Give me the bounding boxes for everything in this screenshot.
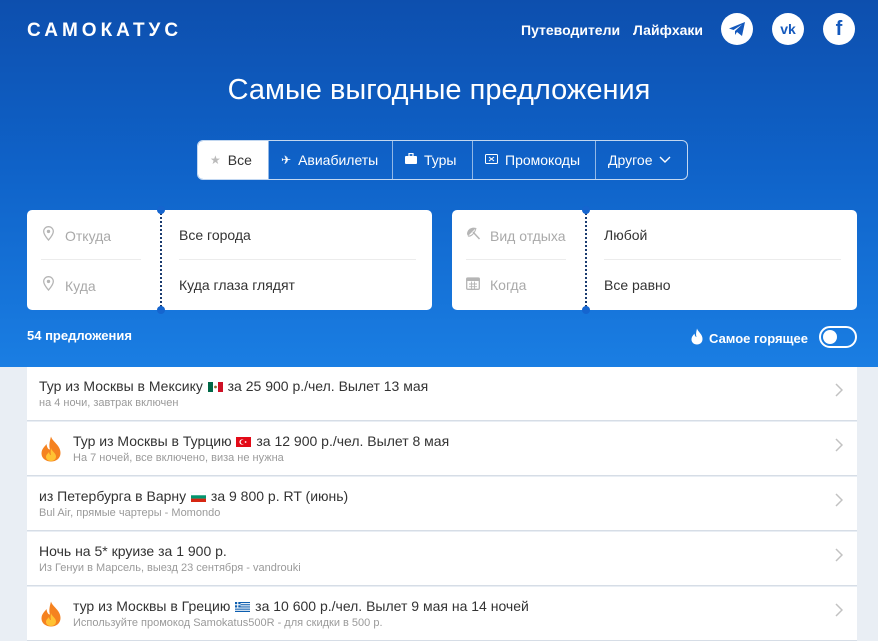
ticket-icon xyxy=(485,153,498,167)
plane-icon: ✈ xyxy=(281,153,292,167)
offer-title-text: Тур из Москвы в Мексику xyxy=(39,378,203,394)
tab-flights[interactable]: ✈ Авиабилеты xyxy=(268,141,392,179)
offer-subtitle: на 4 ночи, завтрак включен xyxy=(39,397,179,409)
fire-icon xyxy=(41,436,61,462)
hot-filter-label: Самое горящее xyxy=(709,330,808,346)
list-item[interactable]: из Петербурга в Варну за 9 800 р. RT (ию… xyxy=(27,477,857,531)
offer-title: из Петербурга в Варну за 9 800 р. RT (ию… xyxy=(39,488,348,504)
offers-count: 54 предложения xyxy=(27,328,132,343)
list-item[interactable]: Тур из Москвы в Мексику за 25 900 р./чел… xyxy=(27,367,857,421)
suitcase-icon xyxy=(405,152,417,167)
offer-subtitle: Используйте промокод Samokatus500R - для… xyxy=(73,617,383,629)
tab-promocodes-label: Промокоды xyxy=(505,152,581,168)
vk-icon[interactable]: vk xyxy=(772,13,804,45)
filter-search-panel: Вид отдыха Когда Любой Все равно xyxy=(452,206,857,314)
to-value[interactable]: Куда глаза глядят xyxy=(179,277,295,293)
offer-title-text: Ночь на 5* круизе за 1 900 р. xyxy=(39,543,227,559)
offer-price-text: за 9 800 р. RT (июнь) xyxy=(210,488,349,504)
vk-icon-text: vk xyxy=(780,21,796,37)
chevron-right-icon xyxy=(835,603,844,622)
divider xyxy=(466,259,566,260)
vacation-type-field[interactable]: Вид отдыха xyxy=(466,226,566,245)
flame-icon xyxy=(691,328,703,348)
facebook-icon-text: f xyxy=(835,17,843,40)
offer-price-text: за 25 900 р./чел. Вылет 13 мая xyxy=(227,378,429,394)
offer-subtitle: На 7 ночей, все включено, виза не нужна xyxy=(73,452,284,464)
panel-separator xyxy=(157,206,165,314)
route-search-panel: Откуда Куда Все города Куда глаза глядят xyxy=(27,206,432,314)
divider xyxy=(179,259,416,260)
vacation-type-label: Вид отдыха xyxy=(490,227,566,244)
offer-title: Тур из Москвы в Турцию за 12 900 р./чел.… xyxy=(73,433,449,449)
tab-other[interactable]: Другое xyxy=(595,141,687,179)
tab-tours-label: Туры xyxy=(424,152,457,168)
from-label: Откуда xyxy=(65,227,112,244)
offer-price-text: за 12 900 р./чел. Вылет 8 мая xyxy=(256,433,450,449)
when-value[interactable]: Все равно xyxy=(604,277,671,293)
chevron-down-icon xyxy=(659,153,671,167)
fire-icon xyxy=(41,601,61,627)
to-label: Куда xyxy=(65,277,96,294)
divider xyxy=(604,259,841,260)
offer-price-text: за 10 600 р./чел. Вылет 9 мая на 14 ноче… xyxy=(255,598,529,614)
greece-flag-icon xyxy=(235,602,251,612)
hero-banner: САМОКАТУС Путеводители Лайфхаки vk f Сам… xyxy=(0,0,878,367)
chevron-right-icon xyxy=(835,493,844,512)
tab-all[interactable]: ★ Все xyxy=(198,141,268,179)
toggle-knob xyxy=(823,330,837,344)
offer-title-text: Тур из Москвы в Турцию xyxy=(73,433,232,449)
list-item[interactable]: тур из Москвы в Грецию за 10 600 р./чел.… xyxy=(27,587,857,641)
nav-guides[interactable]: Путеводители xyxy=(521,22,620,38)
when-label: Когда xyxy=(490,277,527,293)
tab-other-label: Другое xyxy=(608,152,653,168)
offer-title: Тур из Москвы в Мексику за 25 900 р./чел… xyxy=(39,378,428,394)
pin-icon xyxy=(41,276,55,295)
bulgaria-flag-icon xyxy=(191,492,207,502)
mexico-flag-icon xyxy=(207,382,223,392)
logo[interactable]: САМОКАТУС xyxy=(27,20,182,42)
chevron-right-icon xyxy=(835,383,844,402)
list-item[interactable]: Тур из Москвы в Турцию за 12 900 р./чел.… xyxy=(27,422,857,476)
turkey-flag-icon xyxy=(236,437,252,447)
offer-title: Ночь на 5* круизе за 1 900 р. xyxy=(39,543,227,559)
umbrella-icon xyxy=(466,226,481,245)
from-field[interactable]: Откуда xyxy=(41,226,111,245)
hot-filter: Самое горящее xyxy=(691,328,808,348)
offer-subtitle: Bul Air, прямые чартеры - Momondo xyxy=(39,507,221,519)
page-title: Самые выгодные предложения xyxy=(227,74,651,106)
chevron-right-icon xyxy=(835,548,844,567)
facebook-icon[interactable]: f xyxy=(823,13,855,45)
calendar-icon xyxy=(466,276,480,294)
vacation-type-value[interactable]: Любой xyxy=(604,227,647,243)
panel-separator xyxy=(582,206,590,314)
tab-tours[interactable]: Туры xyxy=(392,141,472,179)
offer-title: тур из Москвы в Грецию за 10 600 р./чел.… xyxy=(73,598,529,614)
offer-subtitle: Из Генуи в Марсель, выезд 23 сентября - … xyxy=(39,562,301,574)
chevron-right-icon xyxy=(835,438,844,457)
from-value[interactable]: Все города xyxy=(179,227,251,243)
offers-list: Тур из Москвы в Мексику за 25 900 р./чел… xyxy=(27,367,857,641)
offer-title-text: из Петербурга в Варну xyxy=(39,488,187,504)
divider xyxy=(41,259,141,260)
category-tabs: ★ Все ✈ Авиабилеты Туры Промокоды Другое xyxy=(197,140,688,180)
tab-promocodes[interactable]: Промокоды xyxy=(472,141,595,179)
pin-icon xyxy=(41,226,55,245)
list-item[interactable]: Ночь на 5* круизе за 1 900 р. Из Генуи в… xyxy=(27,532,857,586)
nav-lifehacks[interactable]: Лайфхаки xyxy=(633,22,703,38)
tab-all-label: Все xyxy=(227,152,252,168)
tab-flights-label: Авиабилеты xyxy=(298,152,379,168)
star-icon: ★ xyxy=(210,153,221,167)
when-field[interactable]: Когда xyxy=(466,276,526,294)
offer-title-text: тур из Москвы в Грецию xyxy=(73,598,231,614)
to-field[interactable]: Куда xyxy=(41,276,96,295)
telegram-icon[interactable] xyxy=(721,13,753,45)
hot-toggle[interactable] xyxy=(819,326,857,348)
